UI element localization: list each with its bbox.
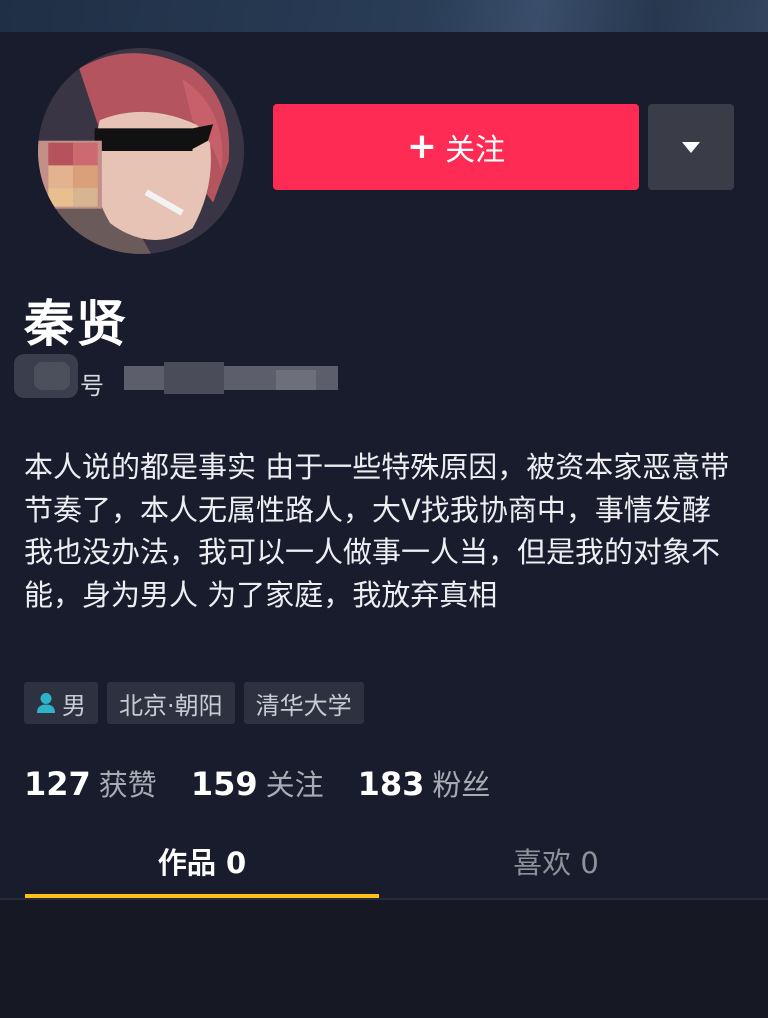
- redacted-block: [276, 370, 316, 390]
- chevron-down-icon: [682, 141, 700, 153]
- tab-divider: [0, 898, 768, 900]
- account-id-row: 号: [14, 352, 338, 402]
- user-icon: [36, 692, 56, 714]
- redacted-block: [34, 362, 70, 390]
- profile-stats: 127 获赞 159 关注 183 粉丝: [24, 762, 524, 804]
- profile-bio: 本人说的都是事实 由于一些特殊原因，被资本家恶意带节奏了，本人无属性路人，大V找…: [24, 450, 730, 612]
- account-id-label: 号: [80, 372, 104, 400]
- followers-label: 粉丝: [432, 768, 491, 802]
- avatar-image: [38, 48, 244, 254]
- location-label: 北京·朝阳: [119, 691, 223, 720]
- likes-label: 获赞: [98, 768, 157, 802]
- avatar[interactable]: [34, 44, 248, 258]
- following-count: 159: [190, 765, 258, 803]
- school-label: 清华大学: [255, 691, 352, 720]
- likes-count: 127: [24, 765, 91, 803]
- follow-label: 关注: [445, 133, 506, 168]
- following-stat[interactable]: 159 关注: [191, 762, 324, 804]
- profile-banner: [0, 0, 768, 36]
- profile-name: 秦贤: [24, 295, 128, 353]
- tab-likes[interactable]: 喜欢 0: [379, 838, 733, 884]
- gender-tag: 男: [24, 682, 98, 724]
- follow-button[interactable]: + 关注: [273, 104, 639, 190]
- school-tag: 清华大学: [243, 682, 364, 724]
- tab-works[interactable]: 作品 0: [25, 838, 379, 884]
- likes-stat[interactable]: 127 获赞: [24, 762, 157, 804]
- gender-label: 男: [62, 691, 86, 720]
- following-label: 关注: [265, 768, 324, 802]
- redacted-block: [164, 362, 224, 394]
- plus-icon: +: [406, 126, 438, 167]
- more-options-button[interactable]: [648, 104, 734, 190]
- profile-card: + 关注 秦贤 号 本人说的都是事实 由于一些特殊原因，被资本家恶意带节奏了，本…: [0, 32, 768, 900]
- location-tag: 北京·朝阳: [107, 682, 235, 724]
- followers-count: 183: [357, 765, 425, 803]
- profile-tags: 男 北京·朝阳 清华大学: [24, 682, 364, 724]
- followers-stat[interactable]: 183 粉丝: [358, 762, 491, 804]
